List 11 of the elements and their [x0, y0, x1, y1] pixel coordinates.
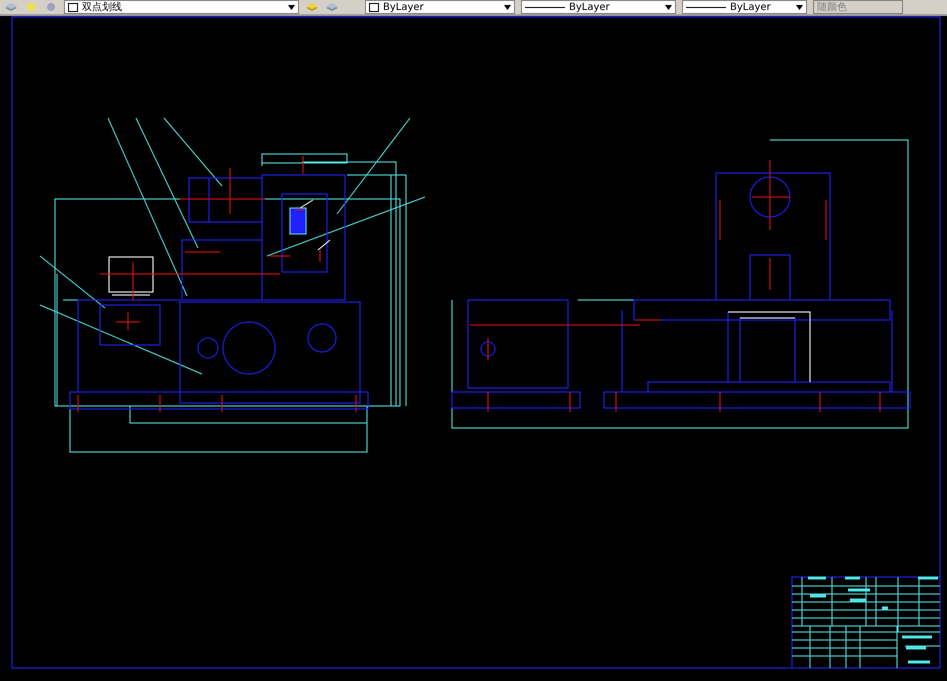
lineweight-dropdown[interactable]: ByLayer [682, 0, 807, 14]
layers-icon[interactable] [325, 2, 339, 12]
layer-dropdown[interactable]: 双点划线 [64, 0, 299, 14]
caret-icon [665, 4, 672, 10]
layers-icon[interactable] [305, 2, 319, 12]
caret-icon [288, 4, 295, 10]
caret-icon [504, 4, 511, 10]
color-dropdown[interactable]: ByLayer [365, 0, 515, 14]
caret-icon [796, 4, 803, 10]
linetype-dropdown[interactable]: ByLayer [521, 0, 676, 14]
layers-icon[interactable] [4, 2, 18, 12]
